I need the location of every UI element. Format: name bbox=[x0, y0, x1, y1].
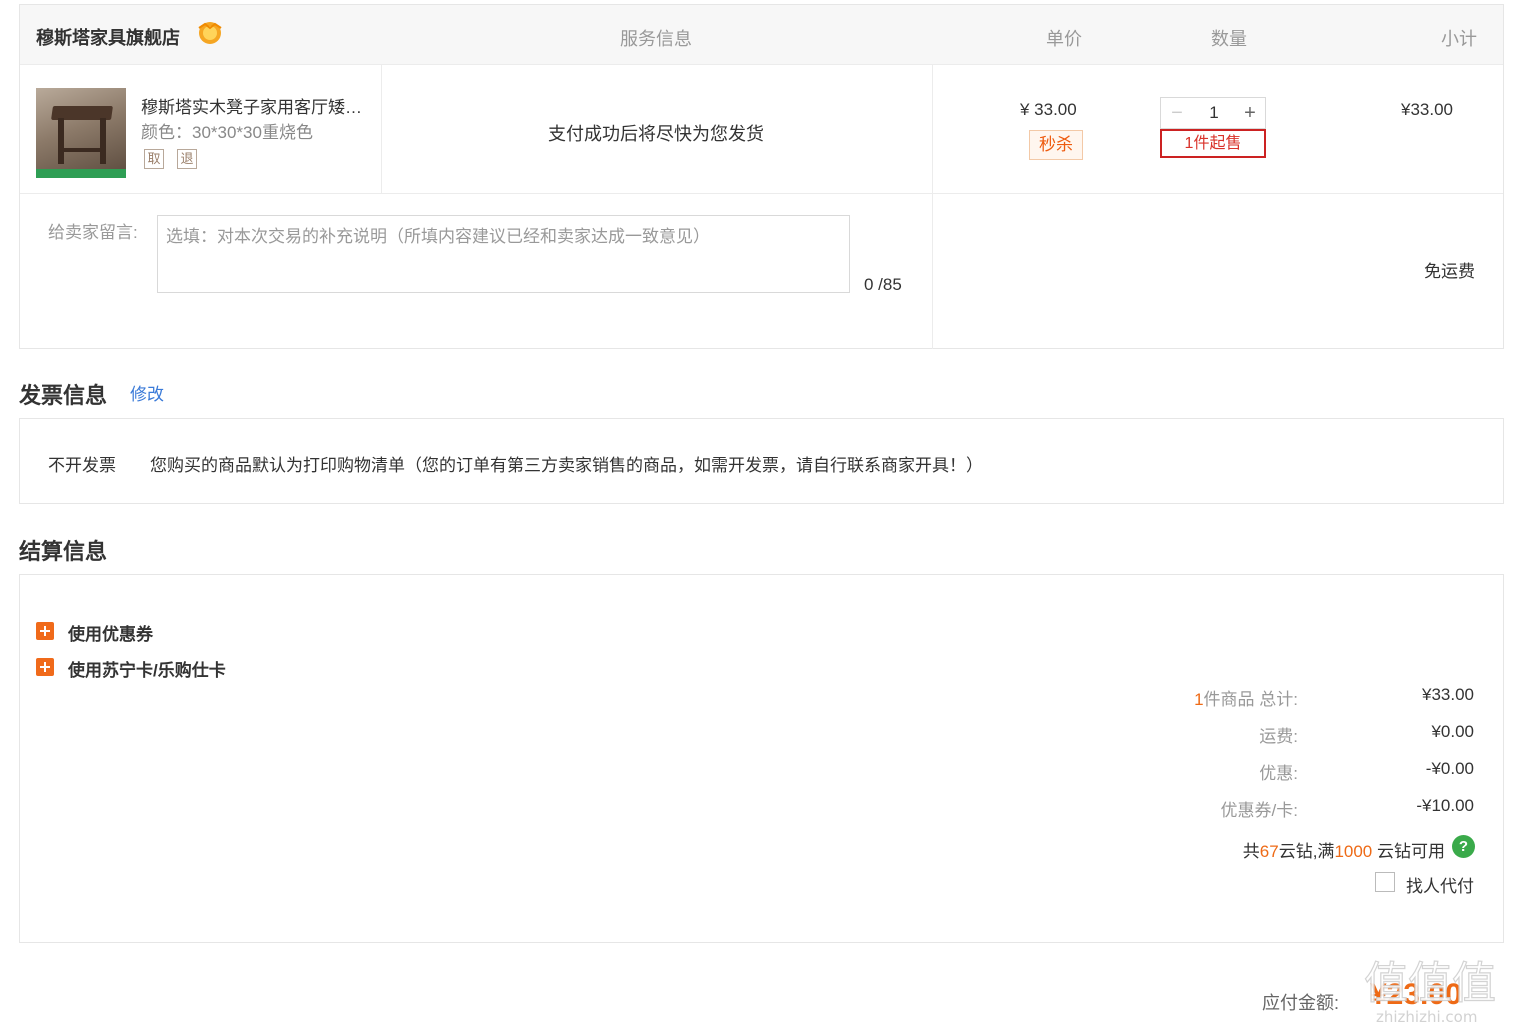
min-sale-notice: 1件起售 bbox=[1160, 129, 1266, 158]
use-card-option[interactable]: 使用苏宁卡/乐购仕卡 bbox=[68, 656, 226, 681]
product-spec: 颜色：30*30*30重烧色 bbox=[141, 123, 313, 142]
header-subtotal: 小计 bbox=[1441, 29, 1477, 49]
order-item-table: 穆斯塔家具旗舰店 服务信息 单价 数量 小计 穆斯塔实木凳子家用客厅矮… 颜色：… bbox=[19, 4, 1504, 349]
shipping-info: 免运费 bbox=[1424, 262, 1475, 281]
header-unit-price: 单价 bbox=[1046, 29, 1082, 49]
proxy-pay-checkbox[interactable] bbox=[1375, 872, 1395, 892]
shop-name[interactable]: 穆斯塔家具旗舰店 bbox=[36, 24, 180, 50]
invoice-section-title: 发票信息 bbox=[19, 383, 108, 408]
discount-label: 优惠: bbox=[1259, 764, 1298, 783]
quantity-increase-button[interactable]: + bbox=[1235, 98, 1265, 128]
coupon-label: 优惠券/卡: bbox=[1220, 801, 1298, 820]
product-title[interactable]: 穆斯塔实木凳子家用客厅矮… bbox=[141, 93, 362, 118]
order-table-header: 穆斯塔家具旗舰店 服务信息 单价 数量 小计 bbox=[20, 5, 1503, 65]
payable-label: 应付金额: bbox=[1262, 993, 1340, 1013]
svg-text:值值值: 值值值 bbox=[1364, 958, 1496, 1009]
diamond-count: 67 bbox=[1259, 842, 1279, 861]
expand-plus-icon[interactable] bbox=[36, 658, 54, 676]
invoice-edit-link[interactable]: 修改 bbox=[130, 380, 164, 405]
order-item-row: 穆斯塔实木凳子家用客厅矮… 颜色：30*30*30重烧色 取 退 支付成功后将尽… bbox=[20, 65, 1503, 194]
item-subtotal: ¥33.00 bbox=[1401, 100, 1453, 119]
column-divider bbox=[381, 65, 382, 194]
column-divider bbox=[932, 65, 933, 349]
service-info: 支付成功后将尽快为您发货 bbox=[548, 124, 764, 144]
diamond-suffix: 云钻可用 bbox=[1377, 842, 1445, 861]
settlement-section-title: 结算信息 bbox=[19, 539, 108, 564]
item-count: 1 bbox=[1194, 690, 1204, 709]
product-thumbnail[interactable] bbox=[36, 88, 126, 178]
coupon-value: -¥10.00 bbox=[1416, 796, 1474, 815]
diamond-threshold: 1000 bbox=[1334, 842, 1373, 861]
item-total-value: ¥33.00 bbox=[1422, 685, 1474, 704]
settlement-box: 使用优惠券 使用苏宁卡/乐购仕卡 1件商品 总计: ¥33.00 运费: ¥0.… bbox=[19, 574, 1504, 943]
return-tag: 退 bbox=[177, 149, 197, 169]
quantity-stepper: − 1 + bbox=[1160, 97, 1266, 129]
proxy-pay-label[interactable]: 找人代付 bbox=[1406, 872, 1474, 897]
cloud-diamond-info: 共67云钻,满1000 云钻可用 bbox=[1243, 837, 1445, 862]
expand-plus-icon[interactable] bbox=[36, 622, 54, 640]
header-service: 服务信息 bbox=[620, 29, 692, 49]
quantity-value[interactable]: 1 bbox=[1193, 98, 1235, 128]
invoice-box: 不开发票 您购买的商品默认为打印购物清单（您的订单有第三方卖家销售的商品，如需开… bbox=[19, 418, 1504, 504]
discount-value: -¥0.00 bbox=[1425, 759, 1474, 778]
seller-message-input[interactable] bbox=[157, 215, 850, 293]
pickup-tag: 取 bbox=[144, 149, 164, 169]
unit-price: ¥ 33.00 bbox=[1020, 100, 1077, 119]
item-total-text: 件商品 总计: bbox=[1203, 690, 1298, 709]
invoice-note: 您购买的商品默认为打印购物清单（您的订单有第三方卖家销售的商品，如需开发票，请自… bbox=[150, 456, 983, 475]
seckill-badge: 秒杀 bbox=[1029, 130, 1083, 160]
diamond-mid: 云钻,满 bbox=[1278, 842, 1335, 861]
quantity-decrease-button[interactable]: − bbox=[1161, 98, 1193, 128]
gold-shop-badge-icon bbox=[198, 22, 222, 44]
diamond-prefix: 共 bbox=[1242, 842, 1260, 861]
freight-value: ¥0.00 bbox=[1431, 722, 1474, 741]
item-total-label: 1件商品 总计: bbox=[1194, 685, 1298, 710]
site-watermark-logo: 值值值 zhizhizhi.com bbox=[1363, 957, 1496, 1026]
message-char-count: 0 /85 bbox=[864, 275, 902, 294]
invoice-type: 不开发票 bbox=[48, 456, 116, 475]
seller-message-label: 给卖家留言: bbox=[48, 223, 138, 242]
header-quantity: 数量 bbox=[1211, 29, 1247, 49]
svg-text:zhizhizhi.com: zhizhizhi.com bbox=[1376, 1008, 1477, 1026]
freight-label: 运费: bbox=[1259, 727, 1298, 746]
use-coupon-option[interactable]: 使用优惠券 bbox=[68, 620, 153, 645]
help-icon[interactable]: ? bbox=[1452, 835, 1475, 858]
